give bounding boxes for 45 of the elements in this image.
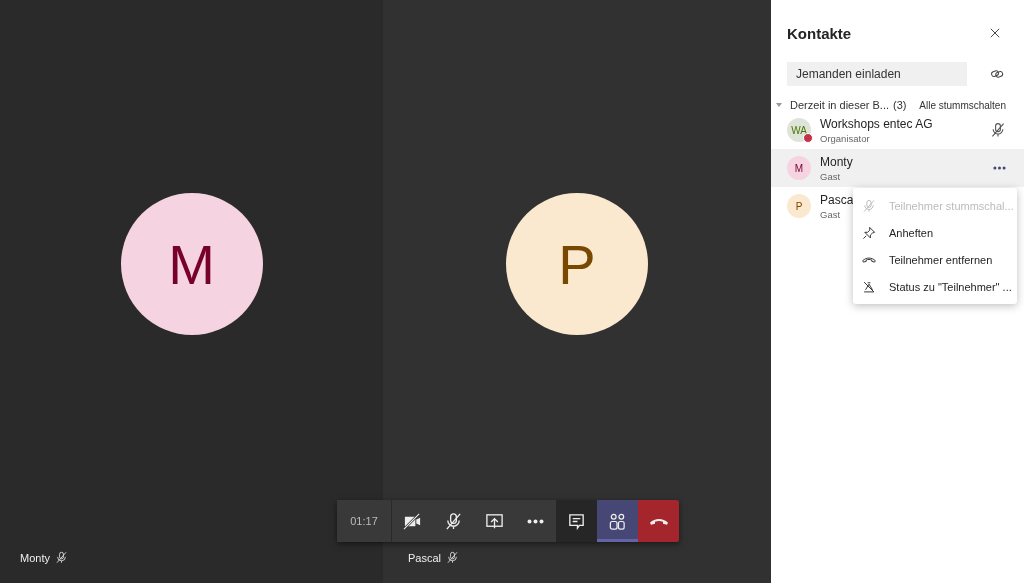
participant-role: Gast (820, 170, 841, 182)
avatar: P (787, 194, 811, 218)
share-screen-icon (485, 511, 504, 531)
participant-name: Pasca (820, 192, 854, 207)
avatar: P (506, 193, 648, 335)
more-icon (993, 166, 1006, 170)
participant-name: Workshops entec AG (820, 116, 933, 131)
invite-field[interactable]: Jemanden einladen (787, 62, 967, 86)
more-options-button[interactable] (993, 166, 1006, 170)
camera-off-icon (403, 511, 422, 531)
participant-count: (3) (893, 99, 907, 111)
participant-role: Gast (820, 208, 841, 220)
chat-icon (567, 511, 586, 531)
participant-name: Monty (820, 154, 853, 169)
muted-mic-icon (444, 511, 463, 531)
people-button[interactable] (597, 500, 638, 542)
chat-button[interactable] (556, 500, 597, 542)
menu-item-label: Teilnehmer entfernen (889, 253, 993, 266)
participant-role: Organisator (820, 132, 870, 144)
caret-icon[interactable] (776, 103, 782, 107)
muted-mic-icon (862, 198, 876, 213)
people-icon (608, 511, 627, 531)
call-timer: 01:17 (337, 500, 392, 542)
avatar: M (120, 193, 263, 335)
menu-item-label: Teilnehmer stummschal... (889, 199, 1014, 212)
participant-name: Monty (20, 551, 50, 564)
section-label: Derzeit in dieser B... (790, 99, 890, 111)
avatar: M (787, 156, 811, 180)
camera-off-button[interactable] (392, 500, 433, 542)
phone-icon (649, 517, 668, 525)
more-icon (527, 518, 544, 524)
participant-name: Pascal (408, 551, 442, 564)
hangup-button[interactable] (638, 500, 679, 542)
pin-icon (862, 225, 876, 240)
menu-item[interactable]: Teilnehmer entfernen (853, 246, 1017, 273)
close-icon (988, 26, 1002, 40)
menu-item[interactable]: Status zu "Teilnehmer" ... (853, 273, 1017, 300)
menu-item[interactable]: Anheften (853, 219, 1017, 246)
menu-item-label: Anheften (889, 226, 934, 239)
mute-all-link[interactable]: Alle stummschalten (919, 99, 1006, 111)
link-icon (990, 67, 1004, 81)
status-icon (862, 279, 876, 294)
menu-item-label: Status zu "Teilnehmer" ... (889, 280, 1012, 293)
avatar: WA (787, 118, 811, 142)
panel-title: Kontakte (787, 24, 852, 42)
